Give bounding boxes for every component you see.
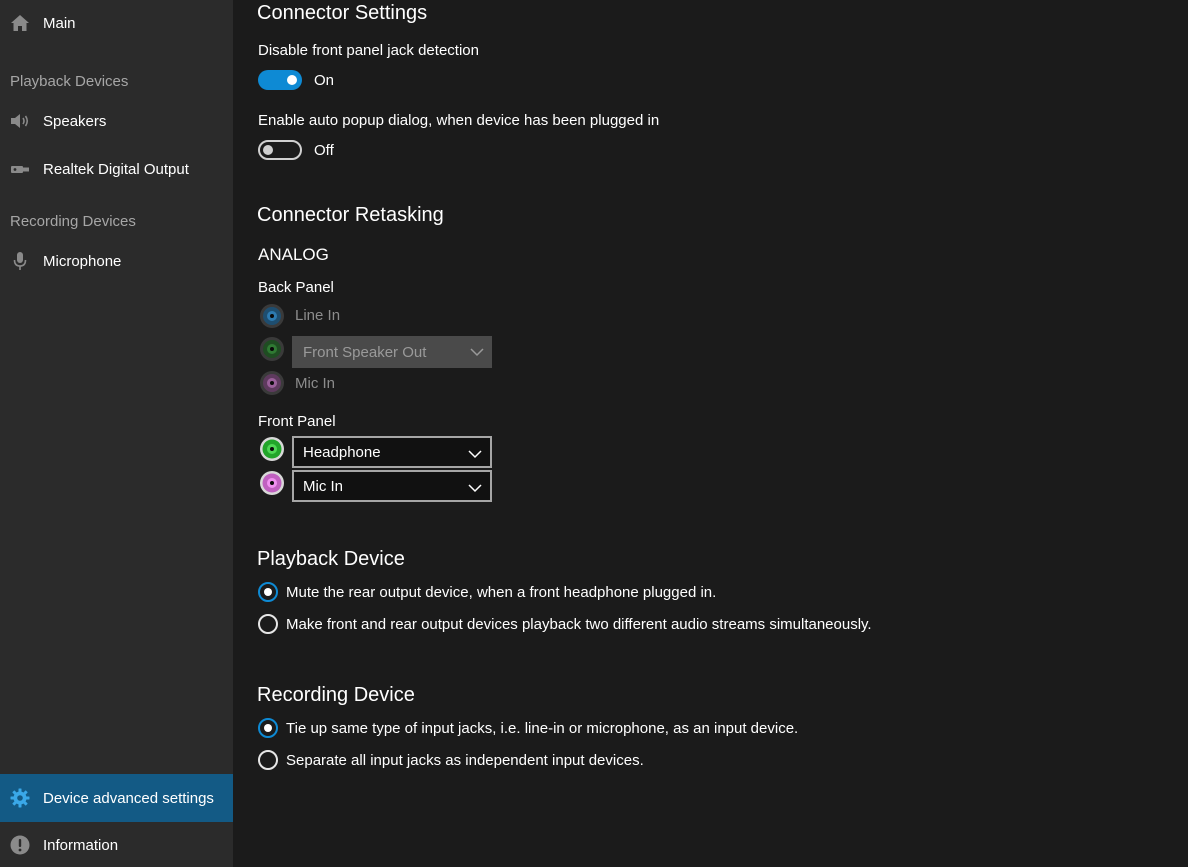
sidebar-item-main[interactable]: Main: [0, 0, 233, 46]
home-icon: [10, 13, 30, 33]
auto-popup-toggle[interactable]: [258, 140, 302, 160]
playback-device-title: Playback Device: [257, 548, 405, 570]
green-jack-icon: [259, 436, 285, 462]
front-mic-select[interactable]: Mic In: [292, 470, 492, 502]
chevron-down-icon: [468, 447, 482, 466]
microphone-icon: [10, 251, 30, 271]
toggle-knob: [287, 75, 297, 85]
two-streams-label[interactable]: Make front and rear output devices playb…: [286, 616, 872, 633]
speaker-icon: [10, 111, 30, 131]
jack-detection-state: On: [314, 72, 335, 89]
connector-settings-title: Connector Settings: [257, 2, 428, 24]
mute-rear-radio[interactable]: [258, 582, 278, 602]
jack-detection-toggle[interactable]: [258, 70, 302, 90]
back-mic-in-label: Mic In: [295, 375, 336, 392]
select-value: Mic In: [303, 477, 344, 495]
pink-jack-icon: [259, 470, 285, 496]
auto-popup-label: Enable auto popup dialog, when device ha…: [258, 112, 660, 129]
digital-output-icon: [10, 159, 30, 179]
sidebar-item-microphone[interactable]: Microphone: [0, 238, 233, 284]
back-panel-label: Back Panel: [258, 279, 334, 296]
analog-label: ANALOG: [258, 245, 329, 264]
chevron-down-icon: [468, 481, 482, 500]
pink-jack-icon: [259, 370, 285, 396]
sidebar-item-realtek-digital-output[interactable]: Realtek Digital Output: [0, 146, 233, 192]
green-jack-icon: [259, 336, 285, 362]
two-streams-radio[interactable]: [258, 614, 278, 634]
sidebar-item-label: Main: [43, 14, 76, 32]
radio-dot: [264, 588, 272, 596]
mute-rear-label[interactable]: Mute the rear output device, when a fron…: [286, 584, 716, 601]
front-headphone-select[interactable]: Headphone: [292, 436, 492, 468]
select-value: Front Speaker Out: [303, 343, 427, 361]
back-speaker-select[interactable]: Front Speaker Out: [292, 336, 492, 368]
radio-dot: [264, 724, 272, 732]
tie-inputs-label[interactable]: Tie up same type of input jacks, i.e. li…: [286, 720, 798, 737]
sidebar: Main Playback Devices Speakers Realtek D…: [0, 0, 233, 867]
recording-devices-header: Recording Devices: [10, 213, 136, 230]
main-content: Connector Settings Disable front panel j…: [233, 0, 1188, 867]
recording-device-title: Recording Device: [257, 684, 415, 706]
playback-devices-header: Playback Devices: [10, 73, 129, 90]
sidebar-item-label: Information: [43, 836, 119, 854]
sidebar-item-information[interactable]: Information: [0, 823, 233, 867]
blue-jack-icon: [259, 303, 285, 329]
info-icon: [10, 835, 30, 855]
connector-retasking-title: Connector Retasking: [257, 204, 444, 226]
chevron-down-icon: [470, 345, 484, 364]
sidebar-item-label: Realtek Digital Output: [43, 160, 189, 178]
sidebar-item-label: Microphone: [43, 252, 122, 270]
separate-inputs-radio[interactable]: [258, 750, 278, 770]
separate-inputs-label[interactable]: Separate all input jacks as independent …: [286, 752, 644, 769]
sidebar-item-speakers[interactable]: Speakers: [0, 98, 233, 144]
front-panel-label: Front Panel: [258, 413, 336, 430]
back-line-in-label: Line In: [295, 307, 341, 324]
tie-inputs-radio[interactable]: [258, 718, 278, 738]
gear-icon: [10, 788, 30, 808]
toggle-knob: [263, 145, 273, 155]
sidebar-item-label: Device advanced settings: [43, 789, 214, 807]
sidebar-item-device-advanced-settings[interactable]: Device advanced settings: [0, 774, 233, 822]
jack-detection-label: Disable front panel jack detection: [258, 42, 479, 59]
select-value: Headphone: [303, 443, 381, 461]
auto-popup-state: Off: [314, 142, 334, 159]
sidebar-item-label: Speakers: [43, 112, 107, 130]
